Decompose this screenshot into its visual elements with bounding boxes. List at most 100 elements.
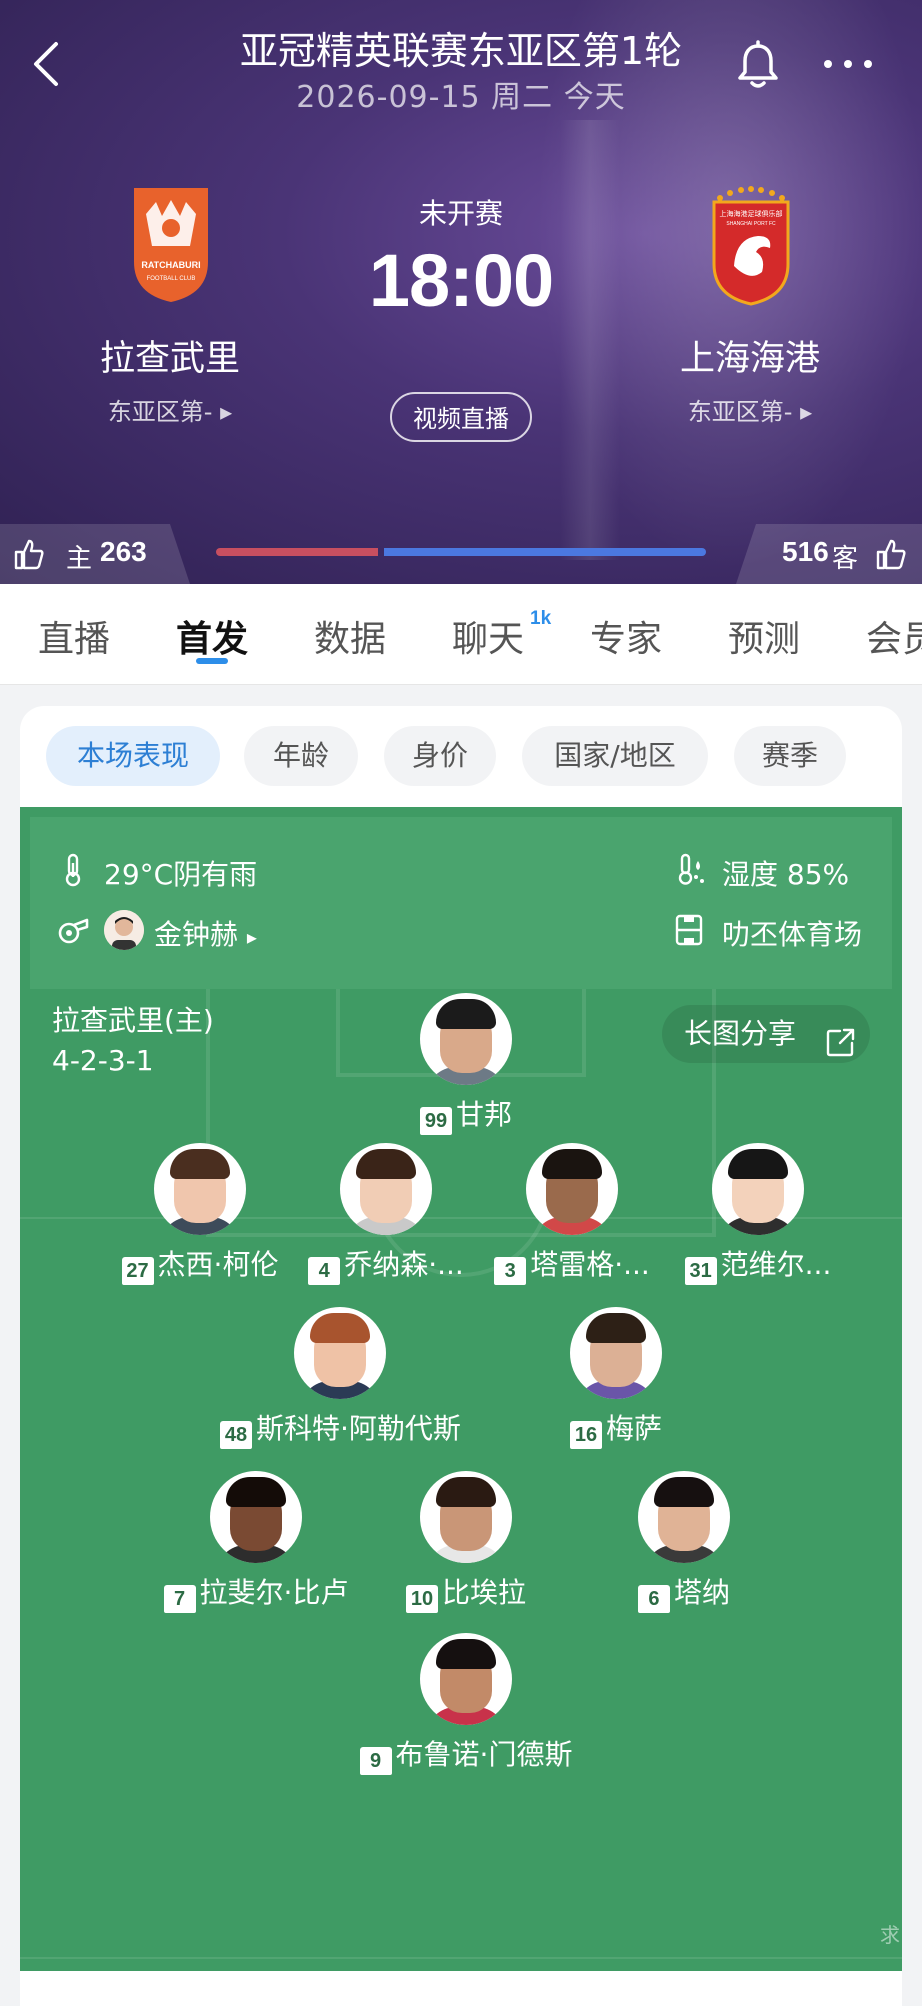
- player-hair: [586, 1313, 646, 1343]
- tab-bar: 直播 首发 数据 聊天 1k 专家 预测 会员: [0, 584, 922, 685]
- player-name-line[interactable]: 99 甘邦: [346, 1093, 586, 1135]
- tab-live[interactable]: 直播: [38, 610, 110, 662]
- tab-chat[interactable]: 聊天: [452, 610, 524, 662]
- player-avatar[interactable]: [570, 1307, 662, 1399]
- jersey-number-icon: 31: [684, 1257, 717, 1285]
- away-team-logo[interactable]: 上海海港足球俱乐部 SHANGHAI PORT FC: [706, 186, 796, 306]
- match-info-panel: [30, 817, 892, 989]
- away-team-rank[interactable]: 东亚区第- ▸: [640, 392, 860, 427]
- player-name-line[interactable]: 48 斯科特·阿勒代斯: [220, 1407, 461, 1449]
- player-hair: [356, 1149, 416, 1179]
- player-avatar[interactable]: [420, 993, 512, 1085]
- share-image-button[interactable]: 长图分享: [662, 1005, 870, 1063]
- player-name-line[interactable]: 7 拉斐尔·比卢: [136, 1571, 376, 1613]
- player-card[interactable]: 31 范维尔...: [638, 1143, 878, 1285]
- player-hair: [728, 1149, 788, 1179]
- chevron-right-icon: ▸: [800, 398, 813, 426]
- home-vote-fill: [216, 548, 378, 556]
- player-avatar[interactable]: [210, 1471, 302, 1563]
- away-team-name[interactable]: 上海海港: [640, 330, 860, 381]
- player-card[interactable]: 48 斯科特·阿勒代斯: [220, 1307, 461, 1449]
- away-vote-label: 客: [832, 544, 859, 574]
- player-avatar[interactable]: [420, 1633, 512, 1725]
- watermark: 求: [880, 1923, 900, 1947]
- jersey-number-icon: 99: [419, 1107, 452, 1135]
- player-card[interactable]: 16 梅萨: [496, 1307, 736, 1449]
- referee-avatar[interactable]: [104, 910, 144, 950]
- thumbs-up-icon[interactable]: [876, 538, 906, 570]
- share-icon: [826, 1019, 856, 1077]
- player-card[interactable]: 6 塔纳: [564, 1471, 804, 1613]
- tab-predict[interactable]: 预测: [728, 610, 800, 662]
- home-team-logo[interactable]: RATCHABURI FOOTBALL CLUB: [126, 184, 216, 304]
- player-name: 塔雷格·...: [530, 1248, 650, 1281]
- player-name: 乔纳森·...: [344, 1248, 464, 1281]
- support-vote-bar: 主 263 516 客: [0, 524, 922, 584]
- player-card[interactable]: 9 布鲁诺·门德斯: [346, 1633, 586, 1775]
- player-card[interactable]: 99 甘邦: [346, 993, 586, 1135]
- player-card[interactable]: 10 比埃拉: [346, 1471, 586, 1613]
- player-avatar[interactable]: [712, 1143, 804, 1235]
- player-hair: [436, 1477, 496, 1507]
- match-date: 2026-09-15 周二 今天: [296, 80, 626, 115]
- svg-text:RATCHABURI: RATCHABURI: [141, 260, 200, 270]
- player-avatar[interactable]: [340, 1143, 432, 1235]
- player-avatar[interactable]: [638, 1471, 730, 1563]
- jersey-number-icon: 9: [359, 1747, 392, 1775]
- tab-stats[interactable]: 数据: [314, 610, 386, 662]
- filter-age[interactable]: 年龄: [244, 726, 358, 786]
- filter-season[interactable]: 赛季: [734, 726, 846, 786]
- team-label-text: 拉查武里(主): [52, 1004, 214, 1037]
- thumbs-up-icon[interactable]: [14, 538, 44, 570]
- home-rank-text: 东亚区第-: [107, 398, 213, 426]
- player-avatar[interactable]: [420, 1471, 512, 1563]
- player-name-line[interactable]: 9 布鲁诺·门德斯: [346, 1733, 586, 1775]
- home-team-rank[interactable]: 东亚区第- ▸: [60, 392, 280, 427]
- player-name-line[interactable]: 16 梅萨: [496, 1407, 736, 1449]
- share-label: 长图分享: [684, 1017, 797, 1050]
- referee-name[interactable]: 金钟赫 ▸: [154, 913, 257, 953]
- home-team-name[interactable]: 拉查武里: [60, 330, 280, 381]
- svg-text:SHANGHAI PORT FC: SHANGHAI PORT FC: [726, 221, 776, 227]
- away-vote-fill: [384, 548, 706, 556]
- player-avatar[interactable]: [154, 1143, 246, 1235]
- halfway-line: [20, 1957, 902, 1959]
- player-name: 范维尔...: [720, 1248, 832, 1281]
- player-name-line[interactable]: 6 塔纳: [564, 1571, 804, 1613]
- player-hair: [654, 1477, 714, 1507]
- player-avatar[interactable]: [526, 1143, 618, 1235]
- player-name-line[interactable]: 10 比埃拉: [346, 1571, 586, 1613]
- player-hair: [170, 1149, 230, 1179]
- formation-pitch: 29°C阴有雨 湿度 85% 金钟赫 ▸ 叻丕体育场 拉查武里(主) 4-2-3…: [20, 807, 902, 1971]
- player-name: 杰西·柯伦: [157, 1248, 279, 1281]
- match-header: 亚冠精英联赛东亚区第1轮 2026-09-15 周二 今天 RATCHABURI…: [0, 0, 922, 584]
- lineup-team-label: 拉查武里(主) 4-2-3-1: [52, 1001, 214, 1081]
- player-hair: [436, 999, 496, 1029]
- humidity-text: 湿度 85%: [722, 858, 850, 891]
- bell-icon[interactable]: [736, 40, 780, 90]
- more-options-icon[interactable]: [820, 44, 876, 84]
- player-name: 斯科特·阿勒代斯: [256, 1412, 461, 1445]
- jersey-number-icon: 3: [494, 1257, 527, 1285]
- tab-member[interactable]: 会员: [866, 610, 922, 662]
- filter-value[interactable]: 身价: [384, 726, 496, 786]
- player-name: 塔纳: [673, 1576, 730, 1609]
- tab-lineup[interactable]: 首发: [176, 610, 248, 662]
- video-live-button[interactable]: 视频直播: [390, 392, 532, 442]
- tab-experts[interactable]: 专家: [590, 610, 662, 662]
- player-name: 梅萨: [605, 1412, 662, 1445]
- referee-name-text: 金钟赫: [154, 918, 239, 951]
- svg-text:FOOTBALL CLUB: FOOTBALL CLUB: [147, 276, 196, 282]
- home-vote-count: 263: [100, 536, 147, 567]
- player-name-line[interactable]: 31 范维尔...: [638, 1243, 878, 1285]
- player-name: 甘邦: [455, 1098, 512, 1131]
- whistle-icon: [56, 913, 90, 947]
- filter-match-performance[interactable]: 本场表现: [46, 726, 220, 786]
- filter-nationality[interactable]: 国家/地区: [522, 726, 708, 786]
- trophy-light: [560, 120, 620, 560]
- chat-badge: 1k: [530, 608, 552, 629]
- player-card[interactable]: 7 拉斐尔·比卢: [136, 1471, 376, 1613]
- player-avatar[interactable]: [294, 1307, 386, 1399]
- back-icon[interactable]: [28, 36, 68, 92]
- away-rank-text: 东亚区第-: [687, 398, 793, 426]
